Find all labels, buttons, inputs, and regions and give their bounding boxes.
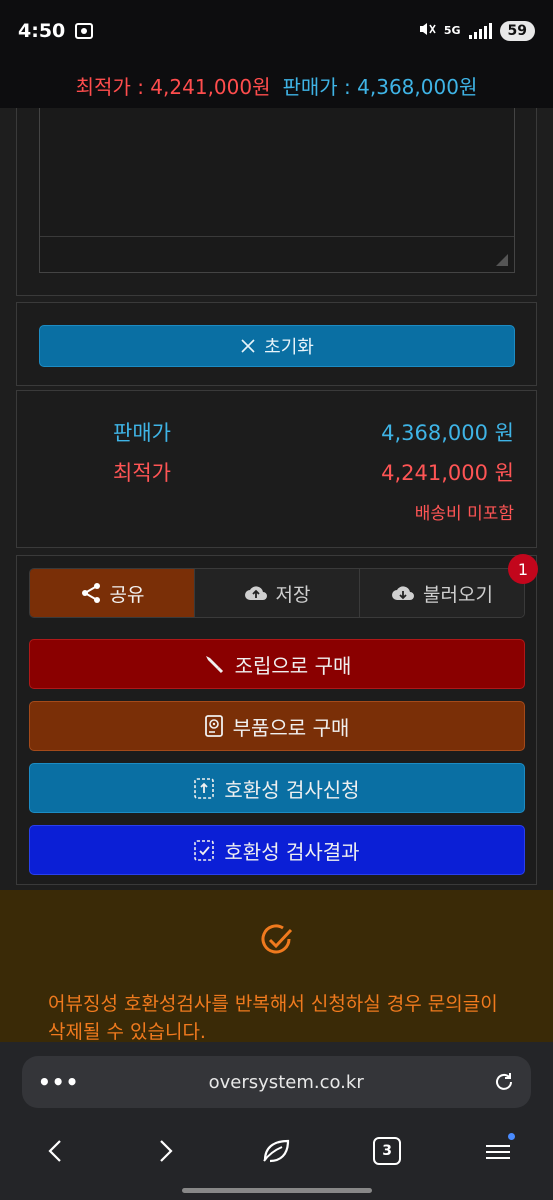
header-lowest-price: 최적가 : 4,241,000원 xyxy=(75,74,271,99)
reload-icon[interactable] xyxy=(493,1071,515,1093)
price-summary-panel: 판매가 4,368,000 원 최적가 4,241,000 원 배송비 미포함 xyxy=(16,390,537,548)
tab-save-label: 저장 xyxy=(275,583,311,606)
sale-price-label: 판매가 xyxy=(113,421,171,445)
hamburger-menu-icon xyxy=(485,1145,510,1159)
forward-button[interactable] xyxy=(141,1131,191,1171)
mute-icon xyxy=(418,21,436,41)
clipboard-upload-icon xyxy=(194,778,215,799)
battery-icon: 59 xyxy=(499,21,535,41)
network-label: 5G xyxy=(443,24,461,37)
shipping-note: 배송비 미포함 xyxy=(414,504,514,524)
share-icon xyxy=(81,583,100,603)
warning-text: 어뷰징성 호환성검사를 반복해서 신청하실 경우 문의글이 삭제될 수 있습니다… xyxy=(48,993,498,1043)
reset-button[interactable]: 초기화 xyxy=(39,325,515,367)
tab-load[interactable]: 불러오기 xyxy=(360,569,524,617)
tab-load-label: 불러오기 xyxy=(423,583,493,606)
chevron-right-icon xyxy=(160,1140,173,1162)
compat-request-button[interactable]: 호환성 검사신청 xyxy=(29,763,525,813)
compat-request-label: 호환성 검사신청 xyxy=(224,777,360,802)
screenshot-icon xyxy=(75,23,94,39)
price-header: 최적가 : 4,241,000원 판매가 : 4,368,000원 xyxy=(0,62,553,108)
signal-icon xyxy=(468,23,492,39)
notification-dot xyxy=(507,1133,515,1140)
more-options-icon[interactable]: ••• xyxy=(38,1070,79,1094)
close-icon xyxy=(241,339,255,353)
memo-textarea[interactable] xyxy=(39,108,515,273)
lowest-price-value: 4,241,000 원 xyxy=(381,461,514,485)
leaf-icon xyxy=(263,1139,290,1163)
action-tabs: 공유 저장 불러오기 xyxy=(29,568,525,618)
status-time: 4:50 xyxy=(18,20,66,42)
browser-nav: 3 xyxy=(0,1126,553,1176)
sale-price-value: 4,368,000 원 xyxy=(381,421,514,445)
tab-save[interactable]: 저장 xyxy=(195,569,360,617)
load-count-badge: 1 xyxy=(508,554,538,584)
sale-price-row: 판매가 4,368,000 원 xyxy=(17,417,536,447)
cloud-download-icon xyxy=(392,586,415,600)
reset-panel: 초기화 xyxy=(16,302,537,386)
resize-grip-icon[interactable] xyxy=(496,254,508,266)
check-circle-icon xyxy=(261,924,293,954)
menu-button[interactable] xyxy=(473,1131,523,1171)
home-button[interactable] xyxy=(251,1131,301,1171)
textarea-footer xyxy=(40,236,514,272)
cloud-upload-icon xyxy=(244,586,267,600)
url-text[interactable]: oversystem.co.kr xyxy=(79,1072,493,1093)
status-bar: 4:50 5G 59 xyxy=(0,0,553,62)
lowest-price-label: 최적가 xyxy=(113,461,171,485)
tab-share[interactable]: 공유 xyxy=(30,569,195,617)
compat-result-label: 호환성 검사결과 xyxy=(224,839,360,864)
clipboard-check-icon xyxy=(194,840,215,861)
tab-count: 3 xyxy=(373,1137,402,1165)
buy-assembled-label: 조립으로 구매 xyxy=(234,653,352,678)
memo-panel xyxy=(16,108,537,296)
status-icons: 5G 59 xyxy=(418,21,535,41)
header-sale-price: 판매가 : 4,368,000원 xyxy=(282,74,478,99)
tab-share-label: 공유 xyxy=(109,583,145,606)
browser-bar: ••• oversystem.co.kr 3 xyxy=(0,1042,553,1200)
home-indicator xyxy=(182,1188,372,1193)
reset-label: 초기화 xyxy=(264,337,314,358)
buy-parts-label: 부품으로 구매 xyxy=(232,715,350,740)
warning-notice: 어뷰징성 호환성검사를 반복해서 신청하실 경우 문의글이 삭제될 수 있습니다… xyxy=(0,890,553,1043)
screwdriver-icon xyxy=(205,656,223,674)
back-button[interactable] xyxy=(30,1131,80,1171)
chevron-left-icon xyxy=(48,1140,62,1162)
tabs-button[interactable]: 3 xyxy=(362,1131,412,1171)
hard-drive-icon xyxy=(204,715,223,737)
buy-assembled-button[interactable]: 조립으로 구매 xyxy=(29,639,525,689)
address-bar[interactable]: ••• oversystem.co.kr xyxy=(22,1056,531,1108)
lowest-price-row: 최적가 4,241,000 원 xyxy=(17,457,536,487)
compat-result-button[interactable]: 호환성 검사결과 xyxy=(29,825,525,875)
actions-panel: 공유 저장 불러오기 1 조립으로 구매 부품으로 구매 호환성 검사신청 호환… xyxy=(16,554,538,885)
buy-parts-button[interactable]: 부품으로 구매 xyxy=(29,701,525,751)
